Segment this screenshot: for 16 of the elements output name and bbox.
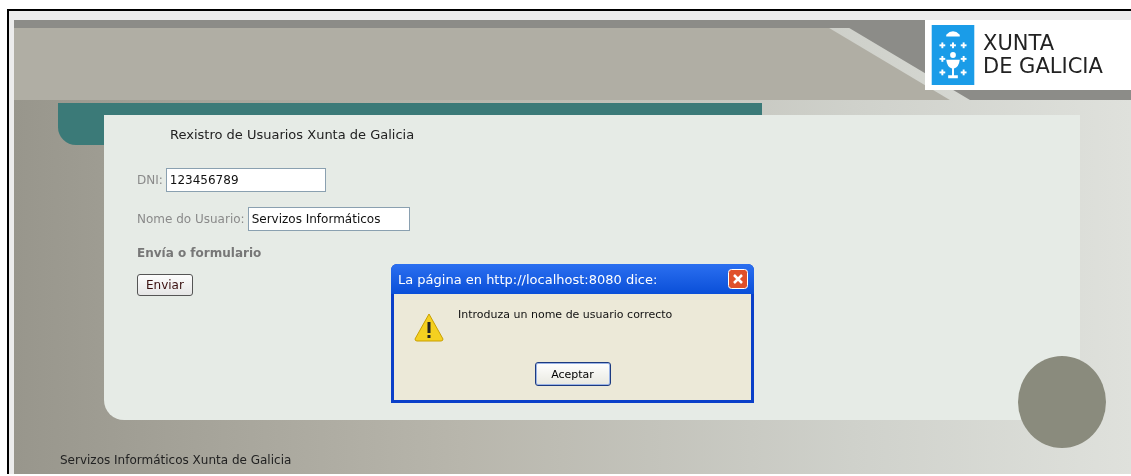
- ok-button[interactable]: Aceptar: [534, 362, 611, 386]
- logo-text: DE GALICIA: [983, 55, 1103, 78]
- input-field[interactable]: Servizos Informáticos: [247, 207, 410, 231]
- submit-button[interactable]: Enviar: [137, 274, 193, 296]
- field-label: DNI:: [137, 173, 163, 187]
- form-title: Rexistro de Usuarios Xunta de Galicia: [170, 127, 415, 142]
- dialog-message: Introduza un nome de usuario correcto: [458, 308, 673, 321]
- logo-text: XUNTA: [983, 32, 1056, 55]
- warning-icon: [413, 312, 445, 342]
- field-label: Nome do Usuario:: [137, 212, 245, 226]
- close-icon[interactable]: [728, 269, 748, 289]
- input-field[interactable]: 123456789: [165, 168, 326, 192]
- emblem-icon: [931, 25, 975, 85]
- dialog-title: La página en http://localhost:8080 dice:: [398, 271, 658, 287]
- section-label: Envía o formulario: [137, 246, 262, 260]
- footer-text: Servizos Informáticos Xunta de Galicia: [60, 453, 293, 467]
